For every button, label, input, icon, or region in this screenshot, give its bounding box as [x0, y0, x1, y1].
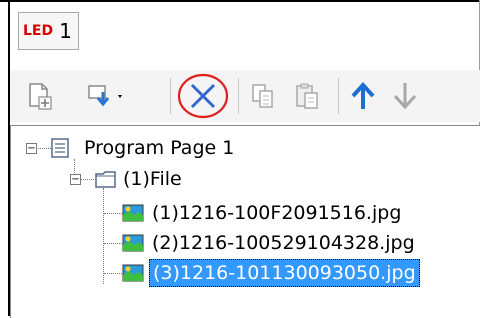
program-tree[interactable]: − Program Page 1 − (1)File (1)1216-100F2…	[10, 125, 480, 318]
window-top-border	[0, 0, 480, 2]
tree-node-program-page[interactable]: Program Page 1	[51, 134, 237, 162]
paste-icon	[296, 83, 318, 109]
tree-connector	[81, 179, 94, 180]
collapse-toggle[interactable]: −	[70, 174, 81, 185]
tree-node-label: Program Page 1	[84, 137, 235, 159]
tree-connector	[36, 148, 51, 149]
copy-icon	[252, 84, 273, 108]
tree-node-folder[interactable]: (1)File	[95, 165, 185, 193]
delete-button[interactable]	[175, 73, 231, 119]
collapse-toggle[interactable]: −	[26, 143, 37, 154]
toolbar	[10, 70, 480, 122]
toolbar-separator	[238, 78, 239, 114]
tree-node-label: (3)1216-101130093050.jpg	[149, 259, 420, 287]
folder-icon	[95, 171, 116, 188]
tab-led-1[interactable]: LED 1	[18, 12, 79, 50]
delete-icon	[177, 73, 229, 119]
tree-node-file[interactable]: (1)1216-100F2091516.jpg	[122, 199, 404, 227]
tree-connector	[104, 213, 122, 214]
move-down-icon	[393, 83, 417, 110]
tree-connector	[104, 243, 122, 244]
tab-label: 1	[59, 19, 72, 43]
new-page-icon	[29, 83, 52, 110]
led-icon: LED	[23, 23, 54, 39]
tree-node-label: (1)File	[123, 168, 182, 190]
tree-node-label: (1)1216-100F2091516.jpg	[152, 202, 402, 224]
toolbar-separator	[170, 78, 171, 114]
add-dropdown-icon	[88, 85, 122, 107]
tree-node-label: (2)1216-100529104328.jpg	[152, 232, 415, 254]
add-dropdown-button[interactable]	[86, 74, 132, 118]
new-page-button[interactable]	[24, 74, 56, 118]
tree-connector	[104, 273, 122, 274]
copy-button[interactable]	[248, 74, 278, 118]
tree-connector	[103, 188, 104, 284]
toolbar-separator	[338, 78, 339, 114]
move-up-button[interactable]	[346, 74, 380, 118]
paste-button[interactable]	[292, 74, 322, 118]
page-icon	[51, 138, 69, 158]
move-down-button[interactable]	[388, 74, 422, 118]
move-up-icon	[351, 82, 375, 109]
tree-node-file-selected[interactable]: (3)1216-101130093050.jpg	[122, 259, 420, 287]
image-file-icon	[122, 234, 144, 252]
image-file-icon	[122, 264, 144, 282]
image-file-icon	[122, 204, 144, 222]
tree-node-file[interactable]: (2)1216-100529104328.jpg	[122, 229, 418, 257]
